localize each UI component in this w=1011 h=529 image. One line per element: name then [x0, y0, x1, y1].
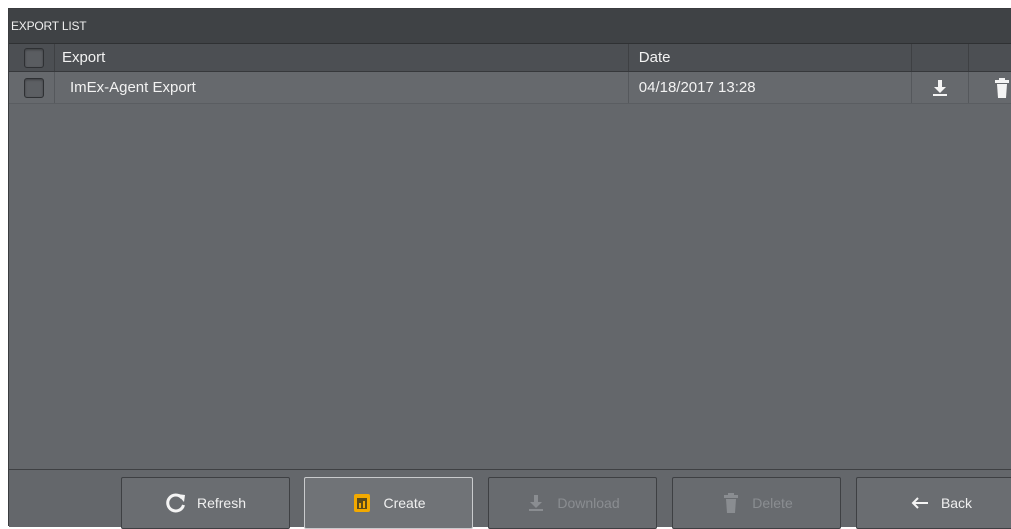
create-report-icon	[351, 492, 373, 514]
download-label: Download	[557, 495, 620, 511]
column-header-delete	[969, 44, 1011, 71]
row-export-date: 04/18/2017 13:28	[629, 72, 913, 103]
select-all-cell	[9, 44, 55, 71]
arrow-left-icon	[909, 492, 931, 514]
column-header-date[interactable]: Date	[629, 44, 913, 71]
column-header-export[interactable]: Export	[55, 44, 629, 71]
back-button[interactable]: Back	[856, 477, 1011, 529]
table-row[interactable]: ImEx-Agent Export 04/18/2017 13:28	[9, 72, 1011, 104]
download-button[interactable]: Download	[488, 477, 657, 529]
trash-icon	[720, 492, 742, 514]
export-list-panel: EXPORT LIST Export Date ImEx-Agent Expor…	[8, 8, 1011, 529]
export-list-empty-area	[9, 108, 1011, 472]
row-export-name: ImEx-Agent Export	[55, 72, 629, 103]
download-icon	[525, 492, 547, 514]
window-title: EXPORT LIST	[9, 9, 1011, 44]
refresh-icon	[165, 492, 187, 514]
column-header-download	[912, 44, 970, 71]
refresh-button[interactable]: Refresh	[121, 477, 290, 529]
delete-button[interactable]: Delete	[672, 477, 841, 529]
back-label: Back	[940, 495, 973, 511]
select-all-checkbox[interactable]	[24, 47, 44, 68]
create-button[interactable]: Create	[304, 477, 473, 529]
trash-icon	[995, 77, 1009, 98]
row-delete-button[interactable]	[969, 72, 1011, 103]
refresh-label: Refresh	[196, 495, 247, 511]
table-header: Export Date	[9, 44, 1011, 72]
download-icon	[933, 79, 948, 96]
footer-toolbar: Refresh Create Download Delete Back	[9, 469, 1011, 529]
row-checkbox[interactable]	[24, 77, 44, 98]
row-download-button[interactable]	[912, 72, 970, 103]
create-label: Create	[383, 495, 426, 511]
delete-label: Delete	[752, 495, 793, 511]
row-select-cell	[9, 72, 55, 103]
